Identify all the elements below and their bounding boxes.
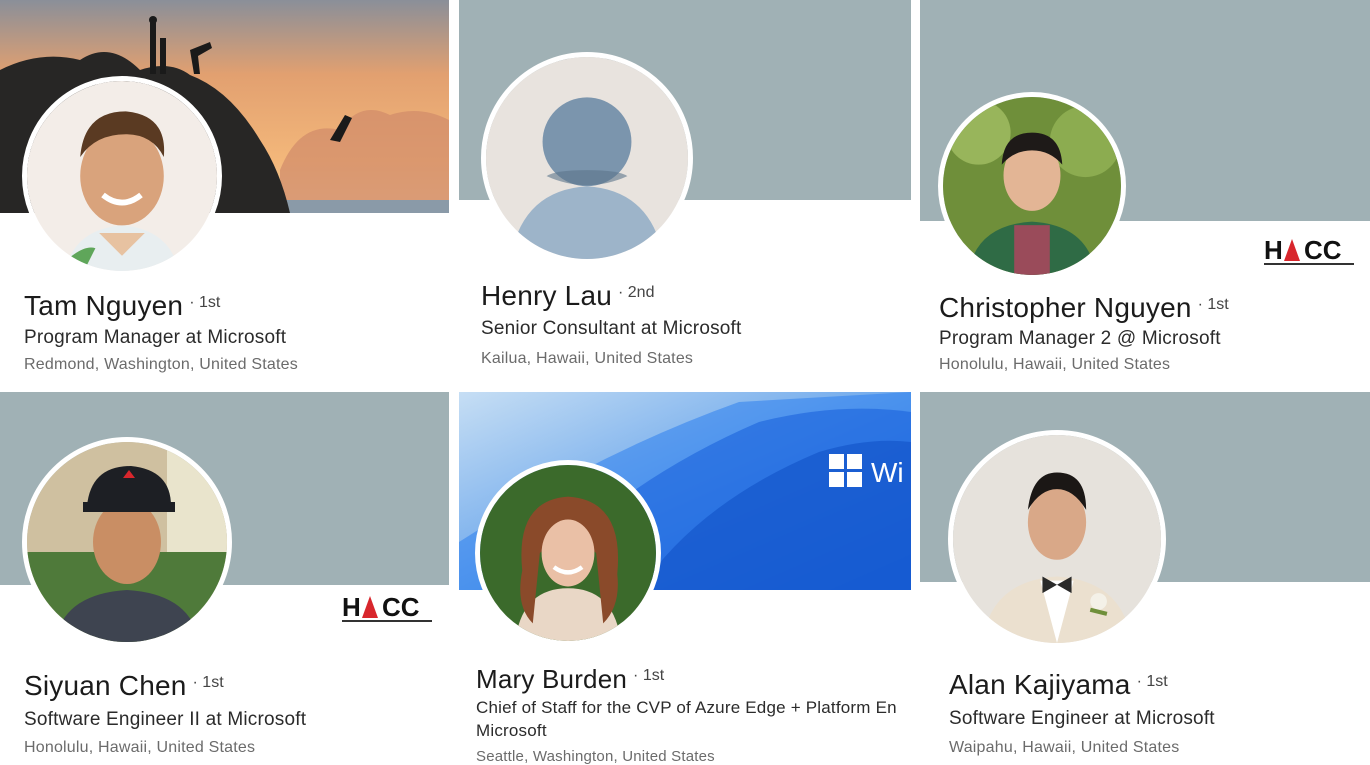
profile-name[interactable]: Siyuan Chen <box>24 670 187 701</box>
profile-headline: Program Manager 2 @ Microsoft <box>939 328 1221 349</box>
profile-card-mary-burden[interactable]: Wi Mary Burden · 1st Chief of Staff for t… <box>459 392 911 765</box>
profile-headline: Chief of Staff for the CVP of Azure Edge… <box>476 698 897 717</box>
hacc-logo: H CC <box>342 592 432 622</box>
svg-text:CC: CC <box>1304 235 1342 265</box>
svg-text:CC: CC <box>382 592 420 622</box>
svg-text:H: H <box>1264 235 1283 265</box>
profile-card-tam-nguyen[interactable]: Tam Nguyen · 1st Program Manager at Micro… <box>0 0 449 390</box>
profile-location: Seattle, Washington, United States <box>476 748 715 765</box>
connection-degree: · 1st <box>1136 673 1168 690</box>
profile-card-siyuan-chen[interactable]: H CC Siyuan Chen · 1st Software Engineer … <box>0 392 449 765</box>
profile-location: Honolulu, Hawaii, United States <box>939 356 1171 373</box>
profile-headline-continued: Microsoft <box>476 721 547 740</box>
profile-location: Kailua, Hawaii, United States <box>481 350 694 367</box>
profile-location: Redmond, Washington, United States <box>24 356 298 373</box>
profile-name[interactable]: Christopher Nguyen <box>939 292 1192 323</box>
profile-avatar[interactable] <box>22 76 222 276</box>
profile-avatar[interactable] <box>948 430 1166 648</box>
profile-avatar[interactable] <box>22 437 232 647</box>
connection-degree: · 1st <box>1197 296 1229 313</box>
profile-avatar-placeholder[interactable] <box>481 52 693 264</box>
profile-headline: Software Engineer at Microsoft <box>949 708 1215 729</box>
profile-name[interactable]: Mary Burden <box>476 664 627 694</box>
profile-name[interactable]: Tam Nguyen <box>24 290 183 321</box>
profile-avatar[interactable] <box>938 92 1126 280</box>
profile-headline: Senior Consultant at Microsoft <box>481 318 742 339</box>
profile-card-henry-lau[interactable]: Henry Lau · 2nd Senior Consultant at Micr… <box>459 0 911 390</box>
svg-text:H: H <box>342 592 361 622</box>
profile-name[interactable]: Henry Lau <box>481 280 612 311</box>
profile-location: Waipahu, Hawaii, United States <box>949 739 1180 756</box>
profile-headline: Program Manager at Microsoft <box>24 327 287 348</box>
profile-card-alan-kajiyama[interactable]: Alan Kajiyama · 1st Software Engineer at … <box>920 392 1370 765</box>
profile-headline: Software Engineer II at Microsoft <box>24 709 307 730</box>
profile-card-christopher-nguyen[interactable]: H CC Christopher Nguyen · 1st Program Man… <box>920 0 1370 390</box>
connection-degree: · 1st <box>633 667 665 684</box>
connection-degree: · 2nd <box>618 284 655 301</box>
connection-degree: · 1st <box>189 294 221 311</box>
hacc-logo: H CC <box>1264 235 1354 265</box>
profile-location: Honolulu, Hawaii, United States <box>24 739 256 756</box>
profile-avatar[interactable] <box>475 460 661 646</box>
connection-degree: · 1st <box>192 674 224 691</box>
profile-name[interactable]: Alan Kajiyama <box>949 669 1131 700</box>
banner-text: Wi <box>871 457 904 488</box>
